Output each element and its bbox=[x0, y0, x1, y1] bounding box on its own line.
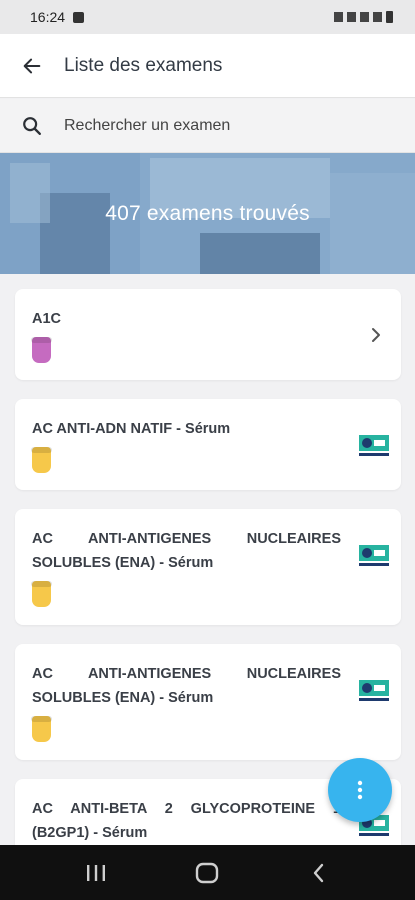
chevron-right-icon bbox=[372, 328, 380, 342]
exam-card[interactable]: AC ANTI-ADN NATIF - Sérum bbox=[15, 399, 401, 490]
app-bar: Liste des examens bbox=[0, 34, 415, 98]
exam-name: AC ANTI-ANTIGENES NUCLEAIRES SOLUBLES (E… bbox=[32, 666, 341, 706]
sample-tube-icon bbox=[31, 447, 52, 473]
sample-tube-icon bbox=[31, 716, 52, 742]
info-card-icon bbox=[359, 680, 389, 701]
page-title: Liste des examens bbox=[64, 54, 223, 76]
alarm-icon bbox=[334, 12, 343, 22]
info-card-icon bbox=[359, 545, 389, 566]
exam-name: A1C bbox=[32, 311, 62, 327]
exam-card[interactable]: A1C bbox=[15, 289, 401, 380]
battery-icon bbox=[386, 11, 393, 23]
sample-tube-icon bbox=[31, 581, 52, 607]
signal-icon bbox=[373, 12, 382, 22]
exam-card[interactable]: AC ANTI-ANTIGENES NUCLEAIRES SOLUBLES (E… bbox=[15, 509, 401, 625]
results-count: 407 examens trouvés bbox=[105, 201, 310, 225]
status-icons bbox=[334, 11, 393, 23]
mute-icon bbox=[347, 12, 356, 22]
search-input[interactable] bbox=[64, 116, 384, 135]
exam-card[interactable]: AC ANTI-ANTIGENES NUCLEAIRES SOLUBLES (E… bbox=[15, 644, 401, 760]
exam-name: AC ANTI-ADN NATIF - Sérum bbox=[32, 421, 231, 437]
sample-tube-icon bbox=[31, 337, 52, 363]
exam-name: AC ANTI-BETA 2 GLYCOPROTEINE 1 (B2GP1) -… bbox=[32, 801, 341, 841]
gallery-notification-icon bbox=[73, 11, 85, 23]
recent-apps-button[interactable] bbox=[66, 853, 126, 893]
system-nav-bar bbox=[0, 845, 415, 900]
info-card-icon bbox=[359, 435, 389, 456]
results-banner: 407 examens trouvés bbox=[0, 153, 415, 274]
back-nav-icon bbox=[313, 863, 324, 882]
recent-apps-icon bbox=[86, 864, 105, 881]
home-icon bbox=[196, 862, 219, 883]
arrow-left-icon bbox=[23, 58, 41, 73]
back-nav-button[interactable] bbox=[289, 853, 349, 893]
more-vert-icon bbox=[357, 780, 363, 800]
search-bar[interactable] bbox=[0, 99, 415, 153]
home-button[interactable] bbox=[177, 853, 237, 893]
more-options-fab[interactable] bbox=[328, 758, 392, 822]
status-bar: 16:24 bbox=[0, 0, 415, 34]
back-button[interactable] bbox=[0, 34, 64, 98]
search-icon bbox=[0, 115, 64, 137]
exam-name: AC ANTI-ANTIGENES NUCLEAIRES SOLUBLES (E… bbox=[32, 531, 341, 571]
wifi-icon bbox=[360, 12, 369, 22]
status-time: 16:24 bbox=[30, 9, 66, 25]
